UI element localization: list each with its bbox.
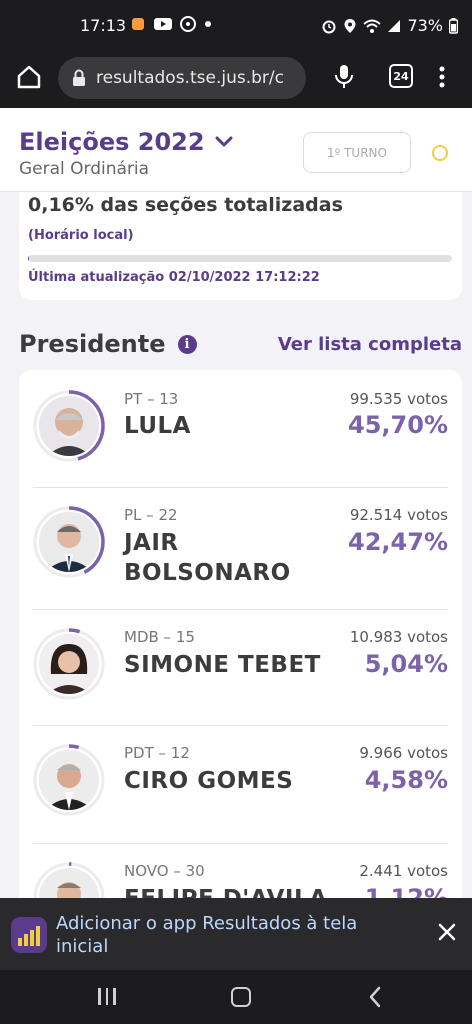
candidate-votes: 2.441 votos [359,862,448,880]
progress-card: 0,16% das seções totalizadas (Horário lo… [19,192,462,300]
lock-icon [72,69,86,87]
wifi-icon [363,19,382,33]
recents-icon[interactable] [98,988,116,1005]
candidate-votes: 99.535 votos [349,390,448,408]
battery-level: 73% [407,16,443,35]
candidates-list: PT – 13 LULA 99.535 votos 45,70% PL – 22… [19,370,462,930]
election-subtitle: Geral Ordinária [19,159,150,179]
avatar [39,512,99,572]
candidate-party: MDB – 15 [124,628,195,646]
candidate-row[interactable]: PDT – 12 CIRO GOMES 9.966 votos 4,58% [19,726,462,844]
avatar [39,634,99,694]
tab-count: 24 [393,69,409,83]
progress-track [28,255,452,262]
section-title: Presidente i [19,330,197,358]
avatar [39,750,99,810]
resultados-app-icon [11,917,47,953]
see-all-link[interactable]: Ver lista completa [278,334,462,355]
system-nav-bar [0,970,472,1024]
progress-fill [28,255,29,262]
candidate-avatar-wrap [33,628,105,700]
status-time: 17:13 [80,16,127,35]
system-icons: 73% [321,16,458,35]
candidate-name: CIRO GOMES [124,768,294,794]
candidate-name: JAIR BOLSONARO [124,530,291,586]
driving-icon [180,16,196,32]
candidate-name: SIMONE TEBET [124,652,321,678]
status-bar: 17:13 73% [0,0,472,52]
address-bar[interactable]: resultados.tse.jus.br/c [58,57,306,99]
close-icon[interactable] [437,922,457,942]
url-text: resultados.tse.jus.br/c [96,68,284,88]
sections-totalized: 0,16% das seções totalizadas [28,194,343,216]
candidate-votes: 9.966 votos [359,744,448,762]
signal-icon [388,19,401,32]
election-selector[interactable]: Eleições 2022 [19,128,233,156]
candidate-party: PT – 13 [124,390,179,408]
candidate-row[interactable]: PT – 13 LULA 99.535 votos 45,70% [19,370,462,488]
youtube-icon [154,18,172,30]
location-icon [344,18,356,33]
install-banner-message: Adicionar o app Resultados à tela inicia… [56,913,358,957]
info-icon[interactable]: i [177,334,197,354]
last-update: Última atualização 02/10/2022 17:12:22 [28,270,320,285]
app-header: Eleições 2022 Geral Ordinária 1º TURNO [0,108,472,192]
turno-button[interactable]: 1º TURNO [303,132,411,173]
candidate-avatar-wrap [33,390,105,462]
more-options-icon[interactable] [438,65,446,89]
election-title: Eleições 2022 [19,128,205,156]
candidate-percent: 5,04% [364,650,448,678]
section-title-text: Presidente [19,330,166,358]
home-nav-icon[interactable] [231,987,251,1007]
candidate-percent: 42,47% [348,528,448,556]
browser-toolbar: resultados.tse.jus.br/c 24 [0,52,472,108]
candidate-avatar-wrap [33,506,105,578]
app-notification-icon [132,18,144,30]
notification-icons [130,16,212,32]
candidate-party: PDT – 12 [124,744,190,762]
install-app-banner[interactable]: Adicionar o app Resultados à tela inicia… [0,898,472,970]
chevron-down-icon [215,136,233,147]
candidate-percent: 45,70% [348,411,448,439]
candidate-party: PL – 22 [124,506,178,524]
tabs-button[interactable]: 24 [389,64,413,88]
local-time-label: (Horário local) [28,228,134,243]
candidate-row[interactable]: PL – 22 JAIR BOLSONARO 92.514 votos 42,4… [19,488,462,610]
candidate-party: NOVO – 30 [124,862,205,880]
battery-icon [449,17,458,34]
avatar [39,396,99,456]
home-icon[interactable] [14,62,44,92]
dot-icon [205,21,211,27]
alarm-icon [322,20,336,33]
candidate-percent: 4,58% [364,766,448,794]
candidate-name: LULA [124,413,191,439]
candidate-votes: 10.983 votos [349,628,448,646]
microphone-icon[interactable] [333,63,355,91]
candidate-avatar-wrap [33,744,105,816]
status-dot-icon [432,145,448,161]
candidate-votes: 92.514 votos [349,506,448,524]
back-icon[interactable] [368,986,382,1008]
candidate-row[interactable]: MDB – 15 SIMONE TEBET 10.983 votos 5,04% [19,610,462,726]
